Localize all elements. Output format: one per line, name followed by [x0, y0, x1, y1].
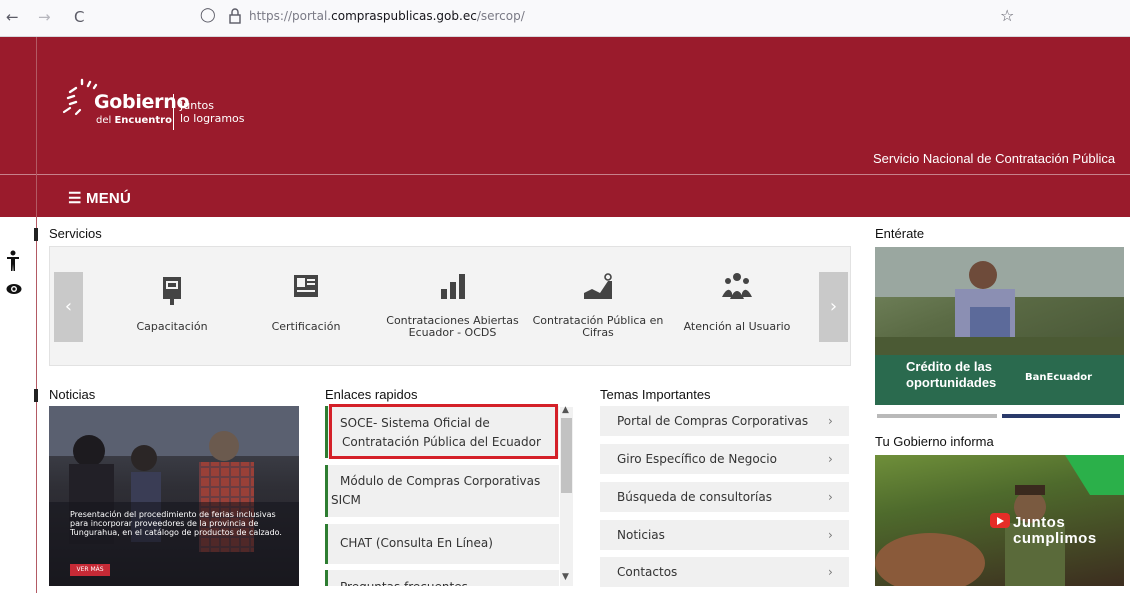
video-thumbnail[interactable]: Juntos cumplimos: [875, 455, 1124, 586]
shield-icon[interactable]: ◯: [200, 7, 216, 23]
address-bar[interactable]: https://portal.compraspublicas.gob.ec/se…: [249, 9, 525, 23]
video-text: Juntos cumplimos: [1013, 515, 1097, 547]
carousel-next-button[interactable]: ›: [819, 272, 848, 342]
tema-item-consultorias[interactable]: Búsqueda de consultorías ›: [600, 482, 849, 512]
slogan-line-2: lo logramos: [180, 112, 245, 125]
tema-label: Búsqueda de consultorías: [617, 490, 772, 504]
logo-separator: [173, 94, 174, 130]
site-header: Gobierno del Encuentro Juntos lo logramo…: [0, 37, 1130, 217]
tema-item-contactos[interactable]: Contactos ›: [600, 557, 849, 587]
promo-pagination: [877, 414, 1120, 418]
eye-icon[interactable]: [6, 275, 22, 303]
service-capacitacion[interactable]: Capacitación: [122, 271, 222, 334]
pagination-dot[interactable]: [877, 414, 997, 418]
reload-icon[interactable]: C: [74, 8, 84, 26]
logo-subtitle: del Encuentro: [96, 115, 172, 126]
promo-text: Crédito de las oportunidades: [906, 359, 996, 391]
banecuador-logo: BanEcuador: [1025, 372, 1093, 383]
tema-item-giro-especifico[interactable]: Giro Específico de Negocio ›: [600, 444, 849, 474]
services-carousel: ‹ Capacitación Certificación Contratacio…: [49, 246, 851, 366]
promo-banner[interactable]: Crédito de las oportunidades BanEcuador: [875, 247, 1124, 405]
service-label-line-2: Ecuador - OCDS: [408, 326, 497, 339]
promo-line-2: oportunidades: [906, 375, 997, 390]
noticias-marker: [34, 389, 38, 402]
highlight-box: [329, 404, 558, 459]
forward-arrow-icon[interactable]: →: [38, 8, 51, 26]
logo-sub-bold: Encuentro: [114, 115, 172, 126]
gobierno-logo[interactable]: Gobierno del Encuentro Juntos lo logramo…: [60, 74, 290, 134]
area-chart-icon: [584, 273, 612, 299]
header-divider: [0, 174, 1130, 175]
agency-name[interactable]: Servicio Nacional de Contratación Públic…: [873, 151, 1115, 166]
service-cifras[interactable]: Contratación Pública en Cifras: [528, 271, 668, 339]
promo-line-1: Crédito de las: [906, 359, 992, 374]
content-left-rule: [36, 37, 37, 593]
link-line-1: Módulo de Compras Corporativas: [340, 474, 541, 488]
news-photo: [49, 406, 299, 586]
url-path: /sercop/: [476, 9, 525, 23]
tema-label: Portal de Compras Corporativas: [617, 414, 809, 428]
slogan-line-1: Juntos: [180, 99, 214, 112]
chevron-right-icon: ›: [828, 414, 833, 428]
certificate-icon: [294, 275, 318, 297]
tema-item-noticias[interactable]: Noticias ›: [600, 520, 849, 550]
bar-chart-icon: [440, 274, 465, 299]
chevron-right-icon: ›: [828, 452, 833, 466]
url-domain: compraspublicas.gob.ec: [331, 9, 477, 23]
browser-toolbar: ← → C ◯ https://portal.compraspublicas.g…: [0, 0, 1130, 37]
servicios-title: Servicios: [49, 226, 102, 241]
service-certificacion[interactable]: Certificación: [256, 271, 356, 334]
scrollbar-thumb[interactable]: [561, 418, 572, 493]
noticias-title: Noticias: [49, 387, 96, 402]
accessibility-person-icon[interactable]: [6, 247, 20, 275]
link-line-1: CHAT (Consulta En Línea): [340, 536, 493, 550]
tema-label: Contactos: [617, 565, 678, 579]
logo-title: Gobierno: [94, 91, 190, 113]
video-line-1: Juntos: [1013, 514, 1066, 531]
scroll-down-icon[interactable]: ▼: [562, 572, 569, 582]
quick-link-faq[interactable]: Preguntas frecuentes: [325, 570, 559, 586]
service-label: Capacitación: [136, 320, 208, 333]
logo-sub-prefix: del: [96, 115, 115, 126]
service-ocds[interactable]: Contrataciones Abiertas Ecuador - OCDS: [380, 271, 525, 339]
news-image[interactable]: Presentación del procedimiento de ferias…: [49, 406, 299, 586]
link-line-2: SICM: [331, 493, 361, 507]
scroll-up-icon[interactable]: ▲: [562, 405, 569, 415]
lock-icon[interactable]: [228, 7, 242, 25]
enterate-title: Entérate: [875, 226, 925, 241]
ver-mas-button[interactable]: VER MÁS: [70, 564, 110, 576]
servicios-marker: [34, 228, 38, 241]
logo-slogan: Juntos lo logramos: [180, 99, 245, 125]
gobierno-informa-title: Tu Gobierno informa: [875, 434, 994, 449]
service-atencion[interactable]: Atención al Usuario: [672, 271, 802, 334]
url-prefix: https://portal.: [249, 9, 332, 23]
play-icon[interactable]: [990, 513, 1010, 528]
carousel-prev-button[interactable]: ‹: [54, 272, 83, 342]
temas-title: Temas Importantes: [600, 387, 711, 402]
chevron-right-icon: ›: [828, 490, 833, 504]
tema-label: Noticias: [617, 528, 665, 542]
menu-button[interactable]: ☰ MENÚ: [68, 189, 131, 207]
back-arrow-icon[interactable]: ←: [6, 8, 19, 26]
presentation-icon: [163, 277, 181, 305]
quick-link-chat[interactable]: CHAT (Consulta En Línea): [325, 524, 559, 564]
enlaces-title: Enlaces rapidos: [325, 387, 418, 402]
pagination-dot-active[interactable]: [1002, 414, 1120, 418]
tema-item-compras-corporativas[interactable]: Portal de Compras Corporativas ›: [600, 406, 849, 436]
accessibility-toolbar: [6, 247, 22, 303]
service-label: Atención al Usuario: [683, 320, 791, 333]
video-line-2: cumplimos: [1013, 530, 1097, 547]
bookmark-star-icon[interactable]: ☆: [1000, 6, 1014, 25]
logo-sun-icon: [62, 78, 98, 116]
users-icon: [722, 273, 752, 299]
link-line-1: Preguntas frecuentes: [328, 578, 559, 586]
chevron-right-icon: ›: [828, 565, 833, 579]
chevron-right-icon: ›: [828, 528, 833, 542]
service-label-line-2: Cifras: [582, 326, 614, 339]
service-label: Certificación: [271, 320, 341, 333]
news-caption: Presentación del procedimiento de ferias…: [70, 510, 282, 537]
tema-label: Giro Específico de Negocio: [617, 452, 777, 466]
quick-link-sicm[interactable]: Módulo de Compras Corporativas SICM: [325, 465, 559, 517]
